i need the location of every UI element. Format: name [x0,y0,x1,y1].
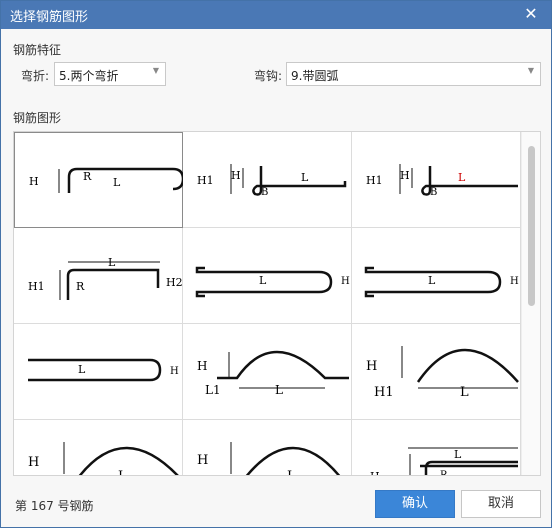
shape-label: H [370,470,380,476]
shape-drawing: H L R [370,447,518,476]
shape-label: L [259,274,267,287]
rebar-line [217,350,349,380]
select-rebar-shape-dialog: 选择钢筋图形 ✕ 钢筋特征 弯折: 5.两个弯折 ▼ 弯钩: 9.带圆弧 ▼ 钢… [0,0,552,528]
shape-cell[interactable]: H L [14,420,183,476]
shape-drawing: H H1 L [366,346,519,400]
shape-label: B [430,187,437,198]
bend-select[interactable]: 5.两个弯折 ▼ [54,62,166,86]
shape-label: B [261,187,268,198]
shape-cell[interactable]: L H [14,324,183,420]
shapes-section-label: 钢筋图形 [13,111,62,125]
shape-drawing: H R L [29,167,184,193]
shape-label: H [197,359,207,373]
shape-drawing: H L [28,442,179,476]
shape-label: H [29,175,39,188]
shape-label: H [341,276,350,287]
shape-drawing: L H1 R H2 [28,256,183,300]
shape-label: H1 [197,174,214,187]
shape-label: L1 [205,383,221,397]
shape-drawing: L H [195,266,350,298]
shape-cell[interactable]: L H [183,228,352,324]
confirm-button[interactable]: 确认 [375,490,455,518]
shape-label: H [28,455,39,470]
shape-cell[interactable]: H L1 L [183,324,352,420]
shape-cell[interactable]: H1 H L B [183,132,352,228]
features-section-label: 钢筋特征 [13,43,62,57]
cancel-button[interactable]: 取消 [461,490,541,518]
shape-label: L [454,448,462,461]
hook-select-value: 9.带圆弧 [291,69,339,83]
bend-label: 弯折: [21,69,50,83]
shape-label: R [83,170,92,183]
shape-label: L [460,385,469,400]
shape-label: L [118,469,127,476]
shape-drawing: H1 H L B [197,164,347,198]
scrollbar-thumb[interactable] [528,146,535,306]
shape-label: H [231,169,241,182]
shape-cell[interactable]: H R L [14,132,184,228]
shape-label: H1 [366,174,383,187]
shape-cell[interactable]: H L R [352,420,521,476]
shape-label: H [510,276,519,287]
shape-label: L [275,383,283,397]
shape-drawing: H1 H L B [366,164,518,198]
shape-label: L [78,363,86,376]
shape-drawing: H L1 L [197,350,349,397]
chevron-down-icon: ▼ [527,66,534,75]
shape-label: L [113,176,121,189]
shape-label: L [287,469,296,476]
shape-label: H2 [166,276,183,289]
shape-label: H [170,366,179,377]
title-bar: 选择钢筋图形 ✕ [1,1,551,29]
close-icon[interactable]: ✕ [521,4,541,24]
status-text: 第 167 号钢筋 [15,499,94,513]
shape-label: H [366,359,377,374]
shape-label: H [400,169,410,182]
shape-drawing: L H [28,358,179,382]
rebar-line [28,358,162,382]
rebar-line [78,446,179,475]
shape-grid: H R L H1 H L B H1 H L B L H1 R H2 L H L … [13,131,541,476]
vertical-scrollbar[interactable] [521,132,540,475]
shape-cell[interactable]: L H [352,228,521,324]
shape-label: H [197,453,208,468]
shape-cell[interactable]: H H1 L [352,324,521,420]
hook-label: 弯钩: [254,69,283,83]
shape-label: L [458,171,466,184]
shape-drawing: H L [197,442,341,476]
shape-label: R [440,470,448,476]
shape-label: L [428,274,436,287]
shape-cell[interactable]: H1 H L B [352,132,521,228]
shape-cell[interactable]: H L [183,420,352,476]
dialog-title: 选择钢筋图形 [10,10,89,25]
shape-label: H1 [28,280,45,293]
shape-label: R [76,280,85,293]
shape-label: L [108,256,116,269]
chevron-down-icon: ▼ [152,66,159,75]
bend-select-value: 5.两个弯折 [59,69,119,83]
shape-label: L [301,171,309,184]
rebar-line [416,348,519,383]
shape-label: H1 [374,385,394,400]
shape-drawing: L H [364,266,519,298]
hook-select[interactable]: 9.带圆弧 ▼ [286,62,541,86]
rebar-line [420,460,518,475]
shape-cell[interactable]: L H1 R H2 [14,228,183,324]
